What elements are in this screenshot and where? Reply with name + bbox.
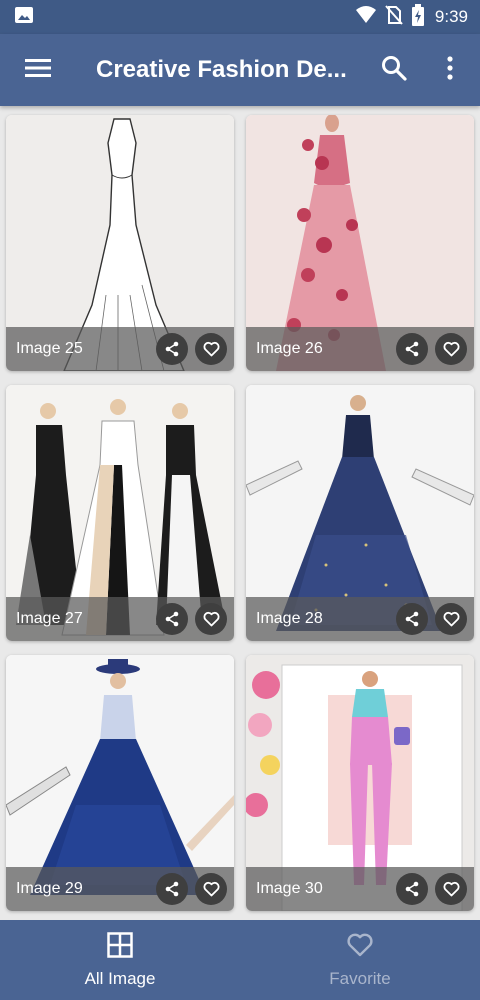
status-right: 9:39 xyxy=(355,3,468,31)
image-card[interactable]: Image 25 xyxy=(6,115,234,371)
status-bar: 9:39 xyxy=(0,0,480,34)
share-button[interactable] xyxy=(156,873,188,905)
card-caption: Image 29 xyxy=(6,867,234,911)
share-icon xyxy=(165,341,179,357)
image-label: Image 26 xyxy=(256,340,323,357)
no-sim-icon xyxy=(385,4,403,30)
wifi-icon xyxy=(355,5,377,30)
card-caption: Image 28 xyxy=(246,597,474,641)
favorite-button[interactable] xyxy=(435,873,467,905)
image-card[interactable]: Image 26 xyxy=(246,115,474,371)
search-button[interactable] xyxy=(370,46,418,94)
favorite-outline-icon xyxy=(203,341,219,357)
share-button[interactable] xyxy=(156,603,188,635)
favorite-button[interactable] xyxy=(435,333,467,365)
status-left xyxy=(14,5,34,30)
image-label: Image 29 xyxy=(16,880,83,897)
share-icon xyxy=(405,881,419,897)
search-icon xyxy=(381,55,407,86)
nav-label: Favorite xyxy=(329,968,391,988)
favorite-outline-icon xyxy=(443,881,459,897)
menu-icon xyxy=(25,58,51,83)
app-bar: Creative Fashion De... xyxy=(0,34,480,106)
bottom-navigation: All Image Favorite xyxy=(0,920,480,1000)
share-button[interactable] xyxy=(396,873,428,905)
share-icon xyxy=(405,341,419,357)
image-grid: Image 25 Image 26 Image 27 Image 28 Imag… xyxy=(0,106,480,920)
favorite-button[interactable] xyxy=(435,603,467,635)
image-label: Image 25 xyxy=(16,340,83,357)
more-options-button[interactable] xyxy=(428,46,472,94)
favorite-button[interactable] xyxy=(195,873,227,905)
favorite-button[interactable] xyxy=(195,603,227,635)
share-icon xyxy=(165,881,179,897)
favorite-outline-icon xyxy=(443,611,459,627)
share-button[interactable] xyxy=(396,603,428,635)
card-caption: Image 27 xyxy=(6,597,234,641)
share-button[interactable] xyxy=(156,333,188,365)
nav-label: All Image xyxy=(84,968,156,988)
nav-favorite[interactable]: Favorite xyxy=(240,920,480,1000)
card-caption: Image 26 xyxy=(246,327,474,371)
image-card[interactable]: Image 30 xyxy=(246,655,474,911)
favorite-outline-icon xyxy=(203,881,219,897)
image-icon xyxy=(14,5,34,30)
nav-all-image[interactable]: All Image xyxy=(0,920,240,1000)
menu-button[interactable] xyxy=(0,34,76,106)
favorite-outline-icon xyxy=(203,611,219,627)
image-card[interactable]: Image 29 xyxy=(6,655,234,911)
share-icon xyxy=(165,611,179,627)
page-title: Creative Fashion De... xyxy=(96,56,347,83)
image-label: Image 27 xyxy=(16,610,83,627)
card-caption: Image 25 xyxy=(6,327,234,371)
heart-outline-icon xyxy=(346,932,374,963)
image-label: Image 30 xyxy=(256,880,323,897)
image-card[interactable]: Image 27 xyxy=(6,385,234,641)
more-vert-icon xyxy=(446,55,454,85)
battery-charging-icon xyxy=(411,3,425,31)
status-time: 9:39 xyxy=(434,7,468,26)
grid-icon xyxy=(107,931,133,963)
card-caption: Image 30 xyxy=(246,867,474,911)
share-icon xyxy=(405,611,419,627)
image-card[interactable]: Image 28 xyxy=(246,385,474,641)
favorite-outline-icon xyxy=(443,341,459,357)
image-label: Image 28 xyxy=(256,610,323,627)
share-button[interactable] xyxy=(396,333,428,365)
favorite-button[interactable] xyxy=(195,333,227,365)
